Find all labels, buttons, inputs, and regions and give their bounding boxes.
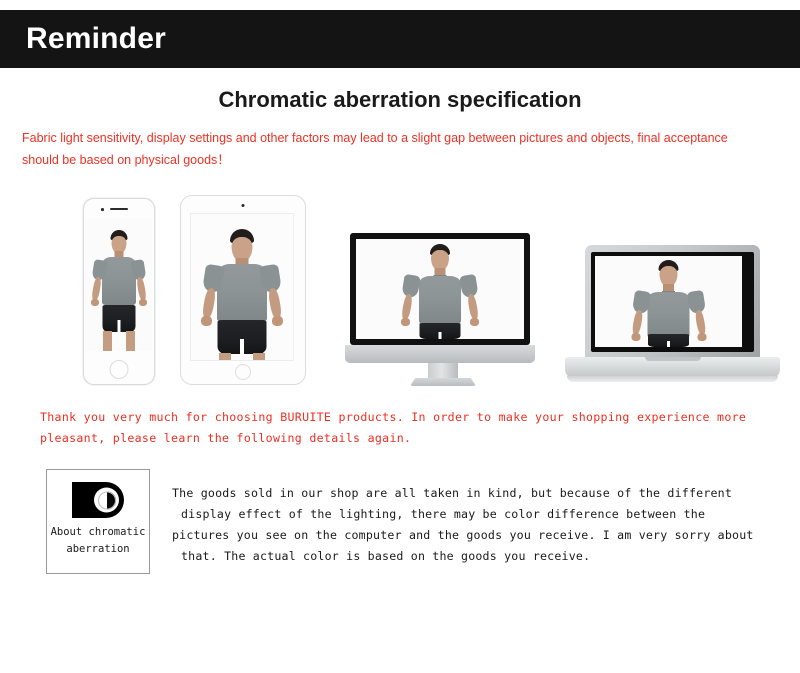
about-body-line-2: display effect of the lighting, there ma…	[181, 507, 706, 521]
about-body-line-3: pictures you see on the computer and the…	[172, 528, 754, 542]
laptop-trackpad-notch	[644, 357, 701, 361]
tablet-screen	[190, 213, 294, 361]
product-model-image	[191, 214, 293, 360]
camera-icon	[101, 208, 104, 211]
monitor-stand-base	[410, 378, 476, 386]
speaker-icon	[110, 208, 128, 211]
product-model-image	[356, 239, 524, 339]
home-button[interactable]	[235, 364, 251, 380]
about-body-line-1: The goods sold in our shop are all taken…	[172, 486, 733, 500]
about-body-line-4: that. The actual color is based on the g…	[181, 549, 591, 563]
product-model-image	[86, 219, 152, 351]
header-bar: Reminder	[0, 10, 800, 68]
device-mockup-row	[0, 190, 800, 386]
home-button[interactable]	[109, 360, 129, 379]
about-label-line-2: aberration	[66, 543, 130, 555]
device-smartphone	[83, 198, 155, 385]
thank-you-text: Thank you very much for choosing BURUITE…	[40, 407, 760, 449]
laptop-screen	[595, 256, 742, 347]
contrast-icon-ring	[94, 487, 119, 513]
about-box-label: About chromatic aberration	[47, 524, 149, 558]
intro-line-1: Fabric light sensitivity, display settin…	[22, 131, 661, 145]
monitor-chin	[345, 345, 535, 363]
about-body-text: The goods sold in our shop are all taken…	[172, 483, 780, 567]
camera-icon	[241, 204, 245, 207]
contrast-icon-half-circle	[97, 491, 116, 509]
section-title: Chromatic aberration specification	[218, 87, 582, 112]
page-title: Reminder	[26, 22, 166, 55]
laptop-foot	[567, 376, 778, 382]
monitor-screen	[356, 239, 524, 339]
monitor-stand-neck	[428, 363, 458, 379]
intro-warning-text: Fabric light sensitivity, display settin…	[22, 127, 752, 171]
product-model-image	[595, 256, 742, 347]
device-desktop-monitor	[345, 233, 541, 386]
device-laptop	[565, 245, 780, 385]
about-chromatic-aberration-box: About chromatic aberration	[46, 469, 150, 574]
about-label-line-1: About chromatic	[50, 526, 146, 538]
smartphone-screen	[86, 219, 152, 351]
thanks-line-1: Thank you very much for choosing BURUITE…	[40, 410, 710, 424]
device-tablet	[180, 195, 306, 385]
contrast-icon	[72, 482, 124, 518]
